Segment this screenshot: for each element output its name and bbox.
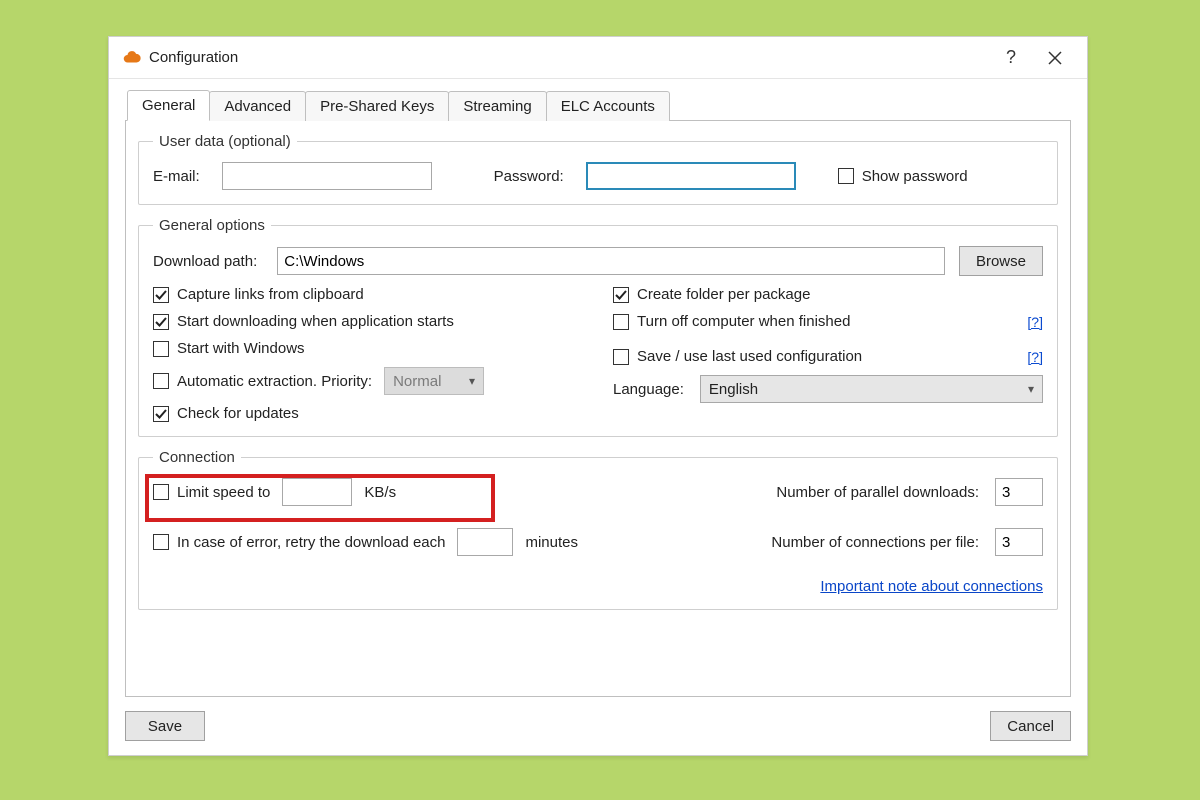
group-general-options: General options Download path: Browse Ca… (138, 217, 1058, 437)
close-button[interactable] (1033, 37, 1077, 79)
tab-general[interactable]: General (127, 90, 210, 121)
tabstrip: General Advanced Pre-Shared Keys Streami… (125, 89, 1071, 121)
tab-streaming[interactable]: Streaming (448, 91, 546, 121)
password-label: Password: (494, 168, 564, 185)
tab-advanced[interactable]: Advanced (209, 91, 306, 121)
help-button[interactable]: ? (989, 37, 1033, 79)
group-connection: Connection Limit speed to KB/s In case o… (138, 449, 1058, 610)
connections-note-link[interactable]: Important note about connections (820, 578, 1043, 595)
tab-pre-shared-keys[interactable]: Pre-Shared Keys (305, 91, 449, 121)
check-updates-checkbox[interactable]: Check for updates (153, 405, 583, 422)
parallel-downloads-field[interactable] (995, 478, 1043, 506)
chevron-down-icon: ▾ (1028, 382, 1034, 396)
auto-extract-checkbox[interactable]: Automatic extraction. Priority: (153, 373, 372, 390)
language-select[interactable]: English ▾ (700, 375, 1043, 403)
retry-minutes-field[interactable] (457, 528, 513, 556)
start-with-windows-checkbox[interactable]: Start with Windows (153, 340, 583, 357)
window-title: Configuration (149, 49, 238, 66)
tab-panel-general: User data (optional) E-mail: Password: S… (125, 121, 1071, 697)
parallel-downloads-label: Number of parallel downloads: (776, 484, 979, 501)
group-general-options-legend: General options (153, 217, 271, 234)
chevron-down-icon: ▾ (469, 374, 475, 388)
show-password-checkbox[interactable]: Show password (838, 168, 968, 185)
group-connection-legend: Connection (153, 449, 241, 466)
limit-speed-checkbox[interactable]: Limit speed to (153, 484, 270, 501)
save-last-config-checkbox[interactable]: Save / use last used configuration (613, 348, 862, 365)
app-cloud-icon (123, 49, 141, 67)
create-folder-checkbox[interactable]: Create folder per package (613, 286, 1043, 303)
tab-elc-accounts[interactable]: ELC Accounts (546, 91, 670, 121)
browse-button[interactable]: Browse (959, 246, 1043, 276)
titlebar: Configuration ? (109, 37, 1087, 79)
download-path-label: Download path: (153, 253, 257, 270)
email-label: E-mail: (153, 168, 200, 185)
turn-off-checkbox[interactable]: Turn off computer when finished (613, 313, 850, 330)
connections-per-file-field[interactable] (995, 528, 1043, 556)
client-area: General Advanced Pre-Shared Keys Streami… (109, 79, 1087, 755)
cancel-button[interactable]: Cancel (990, 711, 1071, 741)
group-user-data-legend: User data (optional) (153, 133, 297, 150)
retry-unit: minutes (525, 534, 578, 551)
download-path-field[interactable] (277, 247, 945, 275)
limit-speed-field[interactable] (282, 478, 352, 506)
turn-off-help-link[interactable]: [?] (1027, 314, 1043, 330)
connections-per-file-label: Number of connections per file: (771, 534, 979, 551)
limit-speed-unit: KB/s (364, 484, 396, 501)
save-last-config-help-link[interactable]: [?] (1027, 349, 1043, 365)
config-window: Configuration ? General Advanced Pre-Sha… (108, 36, 1088, 756)
email-field[interactable] (222, 162, 432, 190)
close-icon (1048, 51, 1062, 65)
password-field[interactable] (586, 162, 796, 190)
start-download-on-start-checkbox[interactable]: Start downloading when application start… (153, 313, 583, 330)
capture-links-checkbox[interactable]: Capture links from clipboard (153, 286, 583, 303)
priority-select[interactable]: Normal ▾ (384, 367, 484, 395)
footer-buttons: Save Cancel (125, 697, 1071, 741)
language-label: Language: (613, 381, 684, 398)
group-user-data: User data (optional) E-mail: Password: S… (138, 133, 1058, 205)
retry-checkbox[interactable]: In case of error, retry the download eac… (153, 534, 445, 551)
save-button[interactable]: Save (125, 711, 205, 741)
